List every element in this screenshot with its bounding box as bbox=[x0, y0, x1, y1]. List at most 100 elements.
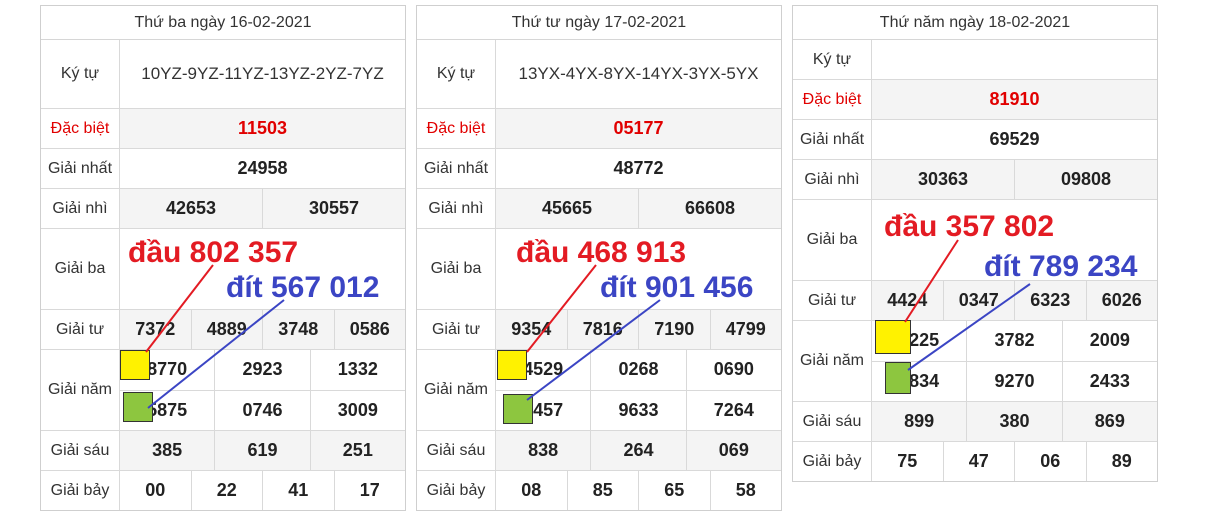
row-giai-nhat: Giải nhất 24958 bbox=[41, 149, 405, 189]
label-dac-biet: Đặc biệt bbox=[417, 109, 496, 148]
ky-tu-value: 13YX-4YX-8YX-14YX-3YX-5YX bbox=[518, 64, 759, 83]
giai-sau-value: 380 bbox=[966, 402, 1061, 441]
row-ky-tu: Ký tự 13YX-4YX-8YX-14YX-3YX-5YX bbox=[417, 40, 781, 109]
giai-sau-value: 869 bbox=[1061, 402, 1157, 441]
ky-tu-value bbox=[872, 40, 1157, 79]
giai-bay-value: 47 bbox=[942, 442, 1015, 481]
giai-nhi-value: 66608 bbox=[638, 189, 781, 228]
giai-tu-value: 9354 bbox=[511, 319, 552, 339]
label-giai-bay: Giải bảy bbox=[41, 471, 120, 510]
giai-nhi-value: 45665 bbox=[541, 198, 593, 218]
row-giai-sau: Giải sáu 385 619 251 bbox=[41, 431, 405, 471]
giai-bay-value: 22 bbox=[190, 471, 263, 510]
label-giai-bay: Giải bảy bbox=[417, 471, 496, 510]
giai-sau-value: 899 bbox=[904, 411, 935, 431]
label-giai-sau: Giải sáu bbox=[417, 431, 496, 470]
giai-sau-value: 385 bbox=[152, 440, 183, 460]
note-dau: đầu 468 913 bbox=[516, 236, 687, 269]
giai-nhi-value: 42653 bbox=[165, 198, 217, 218]
giai-tu-value: 4424 bbox=[887, 290, 928, 310]
label-giai-nhat: Giải nhất bbox=[417, 149, 496, 188]
giai-bay-value: 85 bbox=[566, 471, 639, 510]
giai-nhi-value: 30363 bbox=[917, 169, 969, 189]
dac-biet-value: 11503 bbox=[237, 118, 288, 138]
ky-tu-value: 10YZ-9YZ-11YZ-13YZ-2YZ-7YZ bbox=[141, 64, 384, 83]
label-giai-nhat: Giải nhất bbox=[793, 120, 872, 159]
label-giai-tu: Giải tư bbox=[41, 310, 120, 349]
giai-bay-value: 75 bbox=[897, 451, 918, 471]
giai-bay-value: 17 bbox=[333, 471, 406, 510]
yellow-marker-box bbox=[120, 350, 150, 380]
row-giai-nam: Giải năm 4529 0268 0690 9457 9633 7264 bbox=[417, 350, 781, 431]
giai-tu-value: 0347 bbox=[942, 281, 1015, 320]
giai-sau-value: 069 bbox=[685, 431, 781, 470]
giai-bay-value: 00 bbox=[145, 480, 166, 500]
row-dac-biet: Đặc biệt 05177 bbox=[417, 109, 781, 149]
row-giai-bay: Giải bảy 08 85 65 58 bbox=[417, 471, 781, 510]
label-ky-tu: Ký tự bbox=[41, 40, 120, 108]
row-giai-bay: Giải bảy 75 47 06 89 bbox=[793, 442, 1157, 481]
giai-nam-value: 3782 bbox=[966, 321, 1061, 361]
label-giai-nhi: Giải nhì bbox=[41, 189, 120, 228]
dac-biet-value: 81910 bbox=[989, 89, 1040, 109]
row-giai-nhi: Giải nhì 42653 30557 bbox=[41, 189, 405, 229]
note-dit: đít 789 234 bbox=[984, 250, 1138, 283]
label-giai-nam: Giải năm bbox=[417, 350, 496, 430]
giai-nhi-value: 09808 bbox=[1014, 160, 1157, 199]
label-giai-ba: Giải ba bbox=[793, 200, 872, 280]
note-dau: đầu 357 802 bbox=[884, 210, 1055, 243]
label-ky-tu: Ký tự bbox=[793, 40, 872, 79]
giai-nam-value: 0268 bbox=[590, 350, 685, 390]
giai-nam-value: 2923 bbox=[214, 350, 309, 390]
row-ky-tu: Ký tự 10YZ-9YZ-11YZ-13YZ-2YZ-7YZ bbox=[41, 40, 405, 109]
label-ky-tu: Ký tự bbox=[417, 40, 496, 108]
row-giai-nam: Giải năm 8770 2923 1332 5875 0746 3009 bbox=[41, 350, 405, 431]
green-marker-box bbox=[503, 394, 533, 424]
giai-bay-value: 08 bbox=[521, 480, 542, 500]
giai-nam-value: 0690 bbox=[685, 350, 781, 390]
label-giai-bay: Giải bảy bbox=[793, 442, 872, 481]
label-giai-tu: Giải tư bbox=[793, 281, 872, 320]
giai-tu-value: 3748 bbox=[262, 310, 334, 349]
giai-nhat-value: 48772 bbox=[613, 158, 664, 178]
row-giai-nam: Giải năm 3225 3782 2009 7834 9270 2433 bbox=[793, 321, 1157, 402]
giai-tu-value: 4889 bbox=[190, 310, 263, 349]
note-dit: đít 567 012 bbox=[226, 271, 380, 304]
giai-nam-value: 0746 bbox=[214, 390, 309, 430]
row-giai-sau: Giải sáu 838 264 069 bbox=[417, 431, 781, 471]
row-giai-tu: Giải tư 4424 0347 6323 6026 bbox=[793, 281, 1157, 321]
giai-tu-value: 6323 bbox=[1014, 281, 1086, 320]
row-giai-tu: Giải tư 7372 4889 3748 0586 bbox=[41, 310, 405, 350]
table-date: Thứ năm ngày 18-02-2021 bbox=[793, 6, 1157, 40]
label-giai-sau: Giải sáu bbox=[41, 431, 120, 470]
table-date: Thứ tư ngày 17-02-2021 bbox=[417, 6, 781, 40]
giai-nam-value: 9633 bbox=[590, 390, 685, 430]
giai-sau-value: 251 bbox=[309, 431, 405, 470]
row-giai-sau: Giải sáu 899 380 869 bbox=[793, 402, 1157, 442]
row-giai-nhi: Giải nhì 30363 09808 bbox=[793, 160, 1157, 200]
label-giai-ba: Giải ba bbox=[41, 229, 120, 309]
row-dac-biet: Đặc biệt 11503 bbox=[41, 109, 405, 149]
label-giai-tu: Giải tư bbox=[417, 310, 496, 349]
green-marker-box bbox=[885, 362, 911, 394]
giai-nhi-value: 30557 bbox=[262, 189, 405, 228]
yellow-marker-box bbox=[497, 350, 527, 380]
giai-nam-value: 2009 bbox=[1061, 321, 1157, 361]
giai-bay-value: 89 bbox=[1085, 442, 1158, 481]
row-giai-tu: Giải tư 9354 7816 7190 4799 bbox=[417, 310, 781, 350]
label-giai-nhi: Giải nhì bbox=[417, 189, 496, 228]
giai-sau-value: 619 bbox=[214, 431, 309, 470]
giai-nam-value: 9270 bbox=[966, 361, 1061, 401]
giai-sau-value: 838 bbox=[528, 440, 559, 460]
label-giai-nam: Giải năm bbox=[41, 350, 120, 430]
label-giai-nam: Giải năm bbox=[793, 321, 872, 401]
row-dac-biet: Đặc biệt 81910 bbox=[793, 80, 1157, 120]
giai-bay-value: 65 bbox=[638, 471, 710, 510]
giai-bay-value: 41 bbox=[262, 471, 334, 510]
giai-nam-value: 3009 bbox=[309, 390, 405, 430]
row-giai-nhat: Giải nhất 48772 bbox=[417, 149, 781, 189]
giai-tu-value: 4799 bbox=[709, 310, 782, 349]
label-dac-biet: Đặc biệt bbox=[793, 80, 872, 119]
row-giai-bay: Giải bảy 00 22 41 17 bbox=[41, 471, 405, 510]
giai-nam-value: 2433 bbox=[1061, 361, 1157, 401]
